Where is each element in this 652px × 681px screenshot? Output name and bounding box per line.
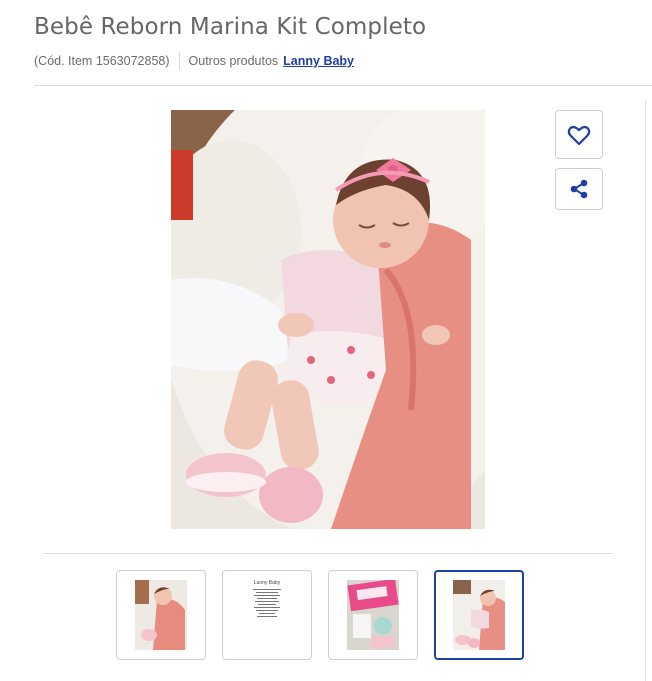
meta-divider bbox=[178, 52, 180, 70]
product-meta: (Cód. Item 1563072858) Outros produtos L… bbox=[34, 52, 354, 70]
doll-photo-illustration bbox=[171, 110, 485, 529]
thumbnail-doc-logo: Lanny Baby bbox=[253, 580, 281, 586]
thumbnail-image bbox=[453, 580, 505, 650]
share-button[interactable] bbox=[555, 168, 603, 210]
thumbnail-2[interactable]: Lanny Baby bbox=[222, 570, 312, 660]
thumbnail-1[interactable] bbox=[116, 570, 206, 660]
item-code: (Cód. Item 1563072858) bbox=[34, 54, 170, 68]
product-title: Bebê Reborn Marina Kit Completo bbox=[34, 14, 427, 40]
seller-link[interactable]: Lanny Baby bbox=[283, 54, 354, 68]
header-divider bbox=[34, 85, 652, 86]
thumbnail-4[interactable] bbox=[434, 570, 524, 660]
thumbnail-image bbox=[347, 580, 399, 650]
share-icon bbox=[570, 179, 588, 199]
column-divider bbox=[645, 100, 646, 681]
thumbnail-image bbox=[135, 580, 187, 650]
thumbnail-doc-lines bbox=[241, 589, 293, 617]
main-product-image[interactable] bbox=[171, 110, 485, 529]
thumbnail-3[interactable] bbox=[328, 570, 418, 660]
gallery-divider bbox=[43, 553, 613, 554]
heart-icon bbox=[567, 125, 591, 145]
thumbnail-document: Lanny Baby bbox=[241, 580, 293, 650]
favorite-button[interactable] bbox=[555, 110, 603, 159]
seller-prefix: Outros produtos bbox=[188, 54, 279, 68]
